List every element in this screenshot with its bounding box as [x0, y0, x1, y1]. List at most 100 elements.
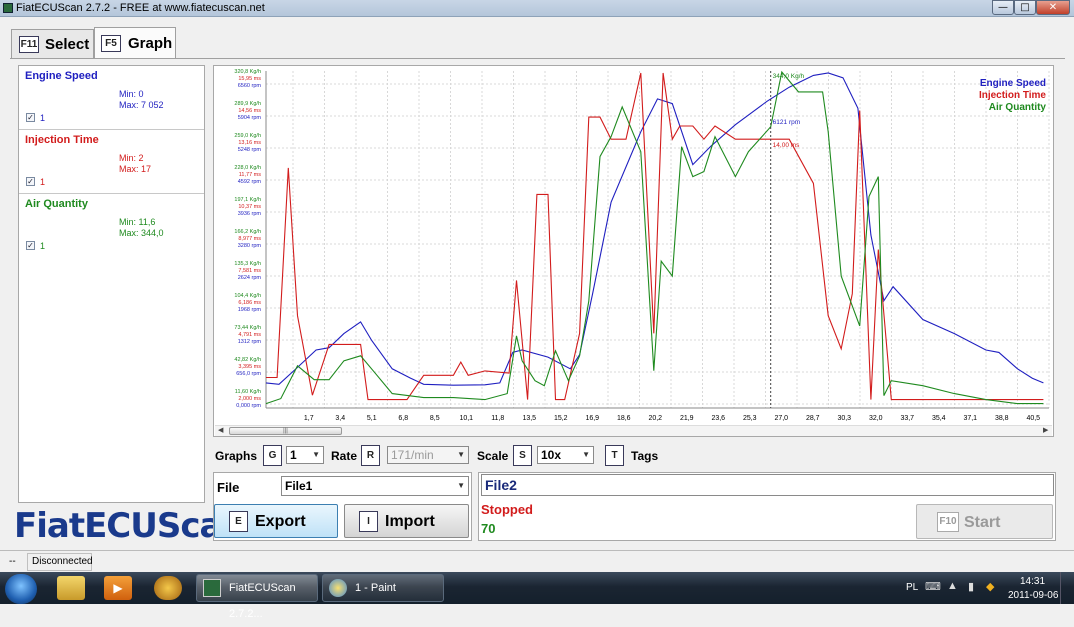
- file-value: File1: [285, 479, 313, 493]
- graphs-select[interactable]: 1 ▼: [286, 446, 324, 464]
- taskbar-item-label: 1 - Paint: [355, 582, 396, 594]
- media-player-icon[interactable]: ▶: [104, 576, 132, 600]
- channel-name: Engine Speed: [25, 70, 98, 82]
- rate-label: Rate: [331, 449, 358, 463]
- channel-min: Min: 11,6: [119, 217, 156, 227]
- battery-icon[interactable]: ▮: [968, 580, 974, 593]
- y-tick-label-air: 73,44 Kg/h: [234, 325, 261, 331]
- show-desktop-button[interactable]: [1060, 572, 1074, 604]
- paint-icon: [329, 579, 347, 597]
- y-tick-label-rpm: 1312 rpm: [238, 339, 262, 345]
- channel-checkbox[interactable]: ✓: [26, 177, 35, 186]
- x-tick-label: 38,8: [995, 415, 1009, 422]
- channel-panel: Engine Speed Min: 0 Max: 7 052 ✓ 1 Injec…: [18, 65, 205, 503]
- x-tick-label: 10,1: [459, 415, 473, 422]
- start-button[interactable]: F10 Start: [916, 504, 1053, 539]
- y-tick-label-rpm: 0,000 rpm: [236, 403, 261, 409]
- y-tick-label-injection: 4,791 ms: [238, 332, 261, 338]
- channel-checkbox[interactable]: ✓: [26, 113, 35, 122]
- scroll-thumb[interactable]: |||: [229, 427, 342, 435]
- x-tick-label: 35,4: [932, 415, 946, 422]
- channel-max: Max: 7 052: [119, 100, 164, 110]
- start-orb-icon[interactable]: [5, 574, 37, 604]
- y-tick-label-injection: 2,000 ms: [238, 396, 261, 402]
- clock-date[interactable]: 2011-09-06: [1008, 590, 1058, 601]
- fiatecuscan-icon: [203, 579, 221, 597]
- y-tick-label-injection: 11,77 ms: [239, 172, 261, 178]
- channel-index: 1: [40, 241, 46, 251]
- rate-value: 171/min: [391, 448, 434, 462]
- channel-max: Max: 344,0: [119, 228, 164, 238]
- channel-min: Min: 2: [119, 153, 144, 163]
- cursor-label: 14,00 ms: [773, 142, 800, 149]
- scale-key: S: [513, 445, 532, 466]
- y-tick-label-rpm: 3280 rpm: [238, 243, 262, 249]
- language-indicator[interactable]: PL: [906, 582, 918, 593]
- explorer-icon[interactable]: [57, 576, 85, 600]
- y-tick-label-air: 197,1 Kg/h: [234, 197, 261, 203]
- tags-key[interactable]: T: [605, 445, 624, 466]
- x-tick-label: 21,9: [680, 415, 694, 422]
- y-tick-label-air: 320,8 Kg/h: [234, 69, 261, 75]
- x-tick-label: 5,1: [367, 415, 377, 422]
- x-tick-label: 1,7: [304, 415, 314, 422]
- graph-scrollbar[interactable]: ◀ ||| ▶: [215, 425, 1052, 436]
- y-tick-label-rpm: 5904 rpm: [238, 115, 262, 121]
- tab-graph[interactable]: F5 Graph: [94, 27, 176, 59]
- channel-index: 1: [40, 177, 46, 187]
- channel-engine-speed: Engine Speed Min: 0 Max: 7 052 ✓ 1: [19, 66, 204, 130]
- close-icon[interactable]: ✕: [1036, 0, 1070, 15]
- minimize-icon[interactable]: —: [992, 0, 1014, 15]
- x-tick-label: 15,2: [554, 415, 568, 422]
- channel-index: 1: [40, 113, 46, 123]
- taskbar-item-label: FiatECUScan 2.7.2...: [229, 582, 296, 620]
- graphs-value: 1: [290, 448, 297, 462]
- window-titlebar[interactable]: FiatECUScan 2.7.2 - FREE at www.fiatecus…: [0, 0, 1074, 17]
- tab-divider: [10, 58, 1065, 59]
- rate-select[interactable]: 171/min ▼: [387, 446, 469, 464]
- y-tick-label-air: 228,0 Kg/h: [234, 165, 261, 171]
- network-icon[interactable]: ▲: [947, 580, 958, 592]
- y-tick-label-injection: 7,581 ms: [238, 268, 261, 274]
- y-tick-label-rpm: 5248 rpm: [238, 147, 262, 153]
- taskbar-item-fiatecuscan[interactable]: FiatECUScan 2.7.2...: [196, 574, 318, 620]
- y-tick-label-rpm: 3936 rpm: [238, 211, 262, 217]
- status-state: Stopped: [481, 502, 533, 517]
- x-tick-label: 8,5: [430, 415, 440, 422]
- scale-value: 10x: [541, 448, 562, 462]
- export-label: Export: [255, 513, 306, 530]
- import-button[interactable]: I Import: [344, 504, 469, 538]
- status-bar: -- Disconnected: [0, 550, 1074, 572]
- output-filename[interactable]: File2: [481, 474, 1054, 496]
- channel-checkbox[interactable]: ✓: [26, 241, 35, 250]
- graph-area[interactable]: 11,60 Kg/h 2,000 ms 0,000 rpm 42,82 Kg/h 3,3…: [213, 65, 1054, 437]
- app-logo: FiatECUScan: [14, 506, 246, 546]
- channel-max: Max: 17: [119, 164, 152, 174]
- graphs-label: Graphs: [215, 449, 258, 463]
- series-line-air-quantity: [265, 70, 1044, 405]
- file-select[interactable]: File1 ▼: [281, 476, 469, 496]
- maximize-icon[interactable]: □: [1014, 0, 1036, 15]
- taskbar-item-paint[interactable]: 1 - Paint: [322, 574, 444, 602]
- legend-item: Engine Speed: [980, 78, 1046, 89]
- x-tick-label: 11,8: [491, 415, 504, 422]
- x-tick-label: 13,5: [522, 415, 536, 422]
- clock-time[interactable]: 14:31: [1020, 576, 1045, 587]
- scroll-right-icon[interactable]: ▶: [1043, 426, 1048, 434]
- chevron-down-icon: ▼: [457, 450, 465, 459]
- app-shortcut-icon[interactable]: [154, 576, 182, 600]
- tab-graph-key: F5: [101, 35, 121, 52]
- scroll-left-icon[interactable]: ◀: [218, 426, 223, 434]
- volume-icon[interactable]: ◆: [986, 580, 994, 593]
- y-tick-label-rpm: 4592 rpm: [238, 179, 262, 185]
- channel-air-quantity: Air Quantity Min: 11,6 Max: 344,0 ✓ 1: [19, 194, 204, 258]
- tab-select[interactable]: F11 Select: [11, 29, 94, 58]
- status-count: 70: [481, 521, 496, 536]
- export-button[interactable]: E Export: [214, 504, 338, 538]
- keyboard-icon[interactable]: ⌨: [925, 580, 941, 593]
- y-tick-label-injection: 3,395 ms: [238, 364, 261, 370]
- x-tick-label: 30,3: [837, 415, 851, 422]
- y-tick-label-air: 104,4 Kg/h: [234, 293, 261, 299]
- scale-select[interactable]: 10x ▼: [537, 446, 594, 464]
- window-title: FiatECUScan 2.7.2 - FREE at www.fiatecus…: [16, 2, 265, 14]
